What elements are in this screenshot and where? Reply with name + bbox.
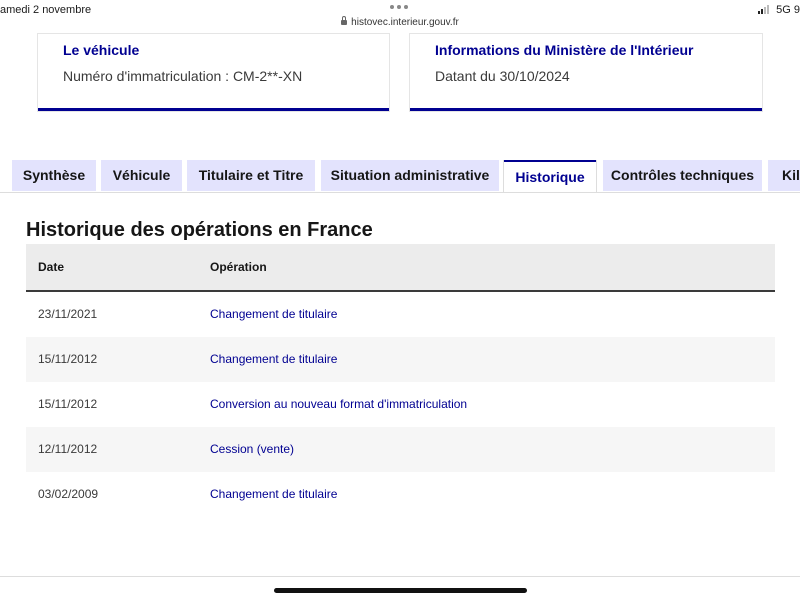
lock-icon bbox=[341, 16, 348, 25]
column-header-operation: Opération bbox=[210, 260, 267, 274]
table-row: 23/11/2021 Changement de titulaire bbox=[26, 292, 775, 337]
row-operation-link[interactable]: Changement de titulaire bbox=[210, 472, 337, 517]
status-bar: amedi 2 novembre histovec.interieur.gouv… bbox=[0, 0, 800, 34]
vehicle-card: Le véhicule Numéro d'immatriculation : C… bbox=[38, 34, 389, 111]
battery-label: 9 bbox=[793, 4, 800, 16]
row-date: 03/02/2009 bbox=[38, 487, 99, 501]
row-operation-link[interactable]: Cession (vente) bbox=[210, 427, 294, 472]
row-operation-link[interactable]: Changement de titulaire bbox=[210, 292, 337, 337]
history-table: Date Opération 23/11/2021 Changement de … bbox=[26, 244, 775, 517]
row-date: 12/11/2012 bbox=[38, 442, 98, 456]
tab-historique[interactable]: Historique bbox=[504, 160, 596, 194]
table-header: Date Opération bbox=[26, 244, 775, 292]
row-date: 15/11/2012 bbox=[38, 352, 98, 366]
tab-controles-techniques[interactable]: Contrôles techniques bbox=[603, 160, 762, 191]
status-date: amedi 2 novembre bbox=[0, 4, 92, 16]
row-date: 15/11/2012 bbox=[38, 397, 98, 411]
ministere-card: Informations du Ministère de l'Intérieur… bbox=[410, 34, 762, 111]
row-date: 23/11/2021 bbox=[38, 307, 98, 321]
registration-number: Numéro d'immatriculation : CM-2**-XN bbox=[63, 68, 303, 84]
tab-synthese[interactable]: Synthèse bbox=[12, 160, 96, 191]
tab-situation-administrative[interactable]: Situation administrative bbox=[321, 160, 499, 191]
home-indicator[interactable] bbox=[274, 588, 527, 593]
tab-bar: Synthèse Véhicule Titulaire et Titre Sit… bbox=[0, 160, 800, 194]
table-row: 15/11/2012 Conversion au nouveau format … bbox=[26, 382, 775, 427]
tab-titulaire-titre[interactable]: Titulaire et Titre bbox=[187, 160, 315, 191]
vehicle-card-title: Le véhicule bbox=[63, 42, 140, 58]
status-indicators: 5G 9 bbox=[758, 4, 800, 16]
tab-kilometrage[interactable]: Kilo bbox=[768, 160, 800, 191]
table-row: 12/11/2012 Cession (vente) bbox=[26, 427, 775, 472]
address-bar[interactable]: histovec.interieur.gouv.fr bbox=[0, 16, 800, 28]
ministere-card-title: Informations du Ministère de l'Intérieur bbox=[435, 42, 694, 58]
table-row: 03/02/2009 Changement de titulaire bbox=[26, 472, 775, 517]
network-label: 5G bbox=[776, 4, 791, 16]
row-operation-link[interactable]: Changement de titulaire bbox=[210, 337, 337, 382]
multitasking-dots-icon[interactable] bbox=[390, 5, 410, 11]
row-operation-link[interactable]: Conversion au nouveau format d'immatricu… bbox=[210, 382, 467, 427]
url-text: histovec.interieur.gouv.fr bbox=[351, 17, 459, 28]
table-row: 15/11/2012 Changement de titulaire bbox=[26, 337, 775, 382]
tab-vehicule[interactable]: Véhicule bbox=[101, 160, 182, 191]
section-title: Historique des opérations en France bbox=[26, 219, 373, 241]
historique-panel: Historique des opérations en France Date… bbox=[0, 192, 800, 577]
data-date: Datant du 30/10/2024 bbox=[435, 68, 570, 84]
column-header-date: Date bbox=[38, 260, 65, 274]
signal-icon bbox=[758, 5, 772, 14]
